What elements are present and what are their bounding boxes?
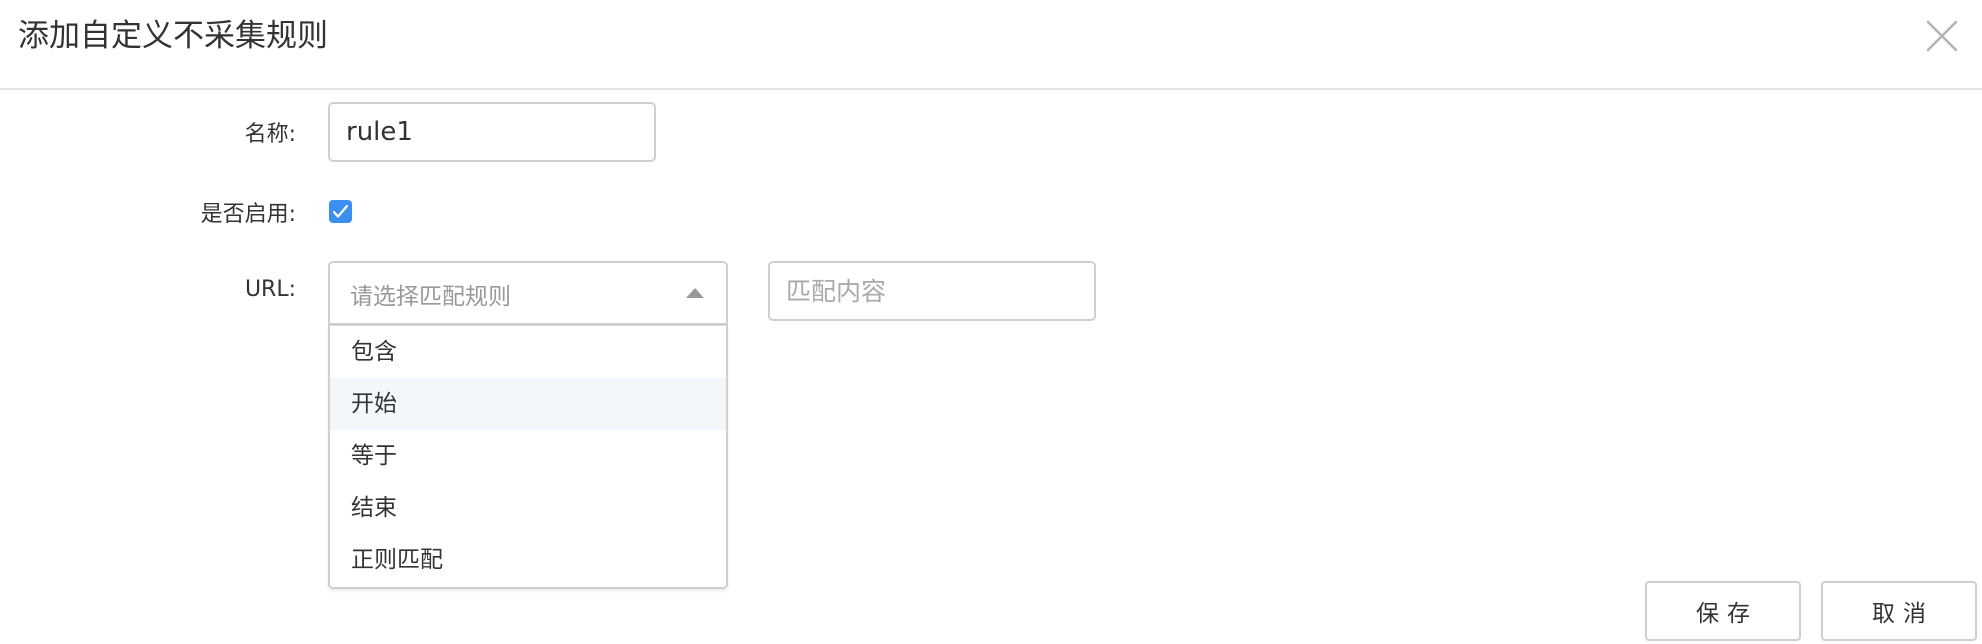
enabled-checkbox[interactable]	[329, 200, 352, 223]
close-button[interactable]	[1924, 18, 1960, 54]
name-input[interactable]	[328, 102, 656, 162]
match-rule-dropdown: 包含 开始 等于 结束 正则匹配	[328, 325, 728, 589]
dialog-title: 添加自定义不采集规则	[18, 18, 328, 54]
dialog-header: 添加自定义不采集规则	[0, 0, 1982, 90]
enabled-label: 是否启用:	[200, 202, 296, 227]
option-equals[interactable]: 等于	[330, 430, 726, 482]
match-rule-select[interactable]: 请选择匹配规则	[328, 261, 728, 325]
match-content-input[interactable]	[768, 261, 1096, 321]
caret-up-icon	[686, 288, 704, 298]
match-rule-placeholder: 请选择匹配规则	[350, 284, 511, 310]
close-icon	[1926, 20, 1958, 52]
option-regex[interactable]: 正则匹配	[330, 534, 726, 586]
option-starts-with[interactable]: 开始	[330, 378, 726, 430]
option-ends-with[interactable]: 结束	[330, 482, 726, 534]
cancel-button[interactable]: 取消	[1821, 581, 1977, 641]
option-contains[interactable]: 包含	[330, 326, 726, 378]
checkmark-icon	[332, 204, 349, 218]
save-button[interactable]: 保存	[1645, 581, 1801, 641]
name-label: 名称:	[244, 122, 296, 147]
url-label: URL:	[244, 277, 296, 302]
